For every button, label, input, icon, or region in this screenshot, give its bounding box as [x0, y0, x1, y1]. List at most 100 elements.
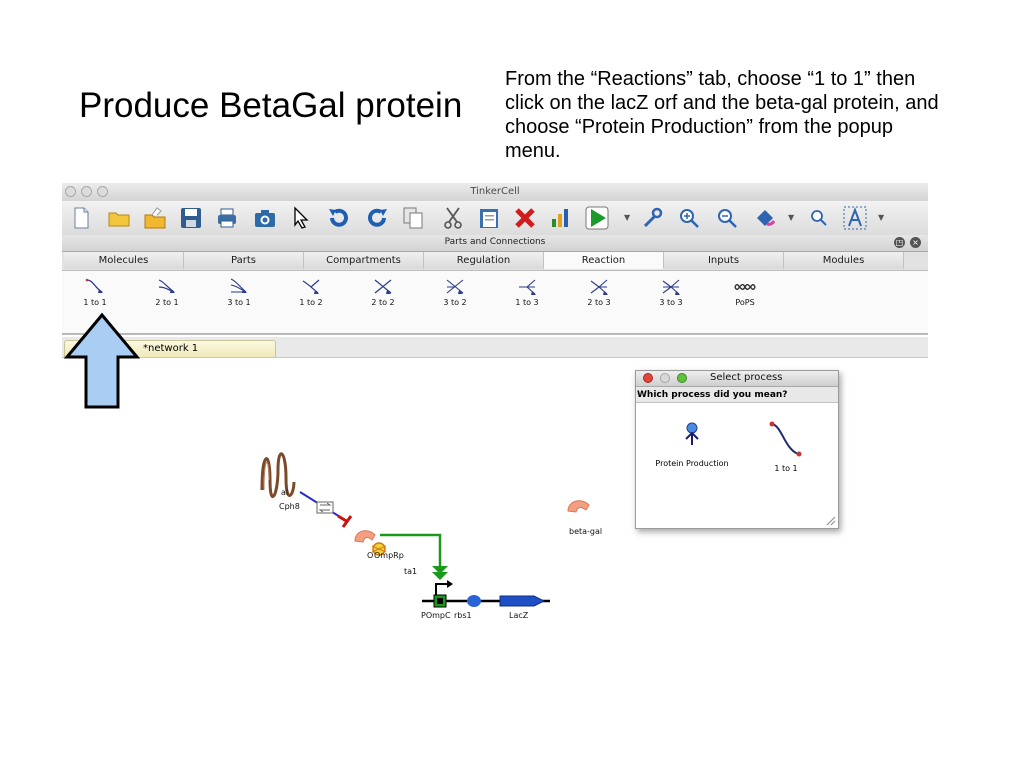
zoom-out-icon[interactable]	[714, 205, 740, 231]
play-menu-arrow-icon[interactable]: ▼	[624, 213, 630, 222]
option-protein-production[interactable]: Protein Production	[642, 421, 742, 468]
ompr-label: OmpRp	[374, 551, 404, 560]
fill-color-icon[interactable]	[752, 205, 778, 231]
fill-menu-arrow-icon[interactable]: ▼	[788, 213, 794, 222]
reaction-1-to-3[interactable]: 1 to 3	[502, 277, 552, 307]
lacz-part-icon	[499, 595, 546, 607]
dialog-minimize-button[interactable]	[660, 373, 670, 383]
tab-reaction[interactable]: Reaction	[544, 252, 664, 269]
option-label: Protein Production	[655, 459, 729, 468]
reaction-node-icon	[316, 501, 334, 514]
reaction-label: 3 to 3	[659, 298, 683, 307]
lacz-label: LacZ	[509, 611, 529, 620]
pompc-label: POmpC	[421, 611, 451, 620]
select-process-dialog: Select process Which process did you mea…	[635, 370, 839, 529]
delete-icon[interactable]	[512, 205, 538, 231]
option-label: 1 to 1	[774, 464, 798, 473]
pointer-icon[interactable]	[288, 205, 314, 231]
copy-icon[interactable]	[400, 205, 426, 231]
betagal-protein-icon	[567, 500, 590, 513]
betagal-label: beta-gal	[569, 527, 603, 536]
tab-compartments[interactable]: Compartments	[304, 252, 424, 269]
protein-production-icon	[685, 422, 699, 445]
window-title: TinkerCell	[470, 186, 520, 197]
reaction-label: 1 to 3	[515, 298, 539, 307]
dialog-title: Select process	[710, 372, 783, 383]
reaction-2-to-3[interactable]: 2 to 3	[574, 277, 624, 307]
slide-title: Produce BetaGal protein	[79, 86, 463, 125]
one-to-three-icon	[519, 279, 536, 295]
two-to-three-icon	[590, 279, 608, 295]
document-tab-label: *network 1	[143, 343, 199, 354]
document-tabbar: *network 1	[62, 337, 928, 358]
new-file-icon[interactable]	[68, 205, 94, 231]
transcription-label: ta1	[404, 567, 418, 576]
cph8-label: Cph8	[279, 502, 300, 511]
option-1-to-1[interactable]: 1 to 1	[746, 419, 826, 473]
tab-regulation[interactable]: Regulation	[424, 252, 544, 269]
rbs-label: rbs1	[454, 611, 472, 620]
undo-icon[interactable]	[326, 205, 352, 231]
dialog-close-button[interactable]	[643, 373, 653, 383]
screenshot-icon[interactable]	[252, 205, 278, 231]
one-to-two-icon	[302, 279, 320, 294]
network-diagram	[260, 452, 590, 608]
reaction-palette: 1 to 1 2 to 1 3 to 1 1 to 2 2 to 2 3 to …	[62, 271, 928, 335]
zoom-in-icon[interactable]	[676, 205, 702, 231]
float-panel-icon[interactable]: ◳	[894, 237, 905, 248]
reaction-label: 2 to 3	[587, 298, 611, 307]
tab-parts[interactable]: Parts	[184, 252, 304, 269]
reaction-label: 2 to 1	[155, 298, 179, 307]
panel-title: Parts and Connections	[444, 237, 546, 247]
reaction-label: 2 to 2	[371, 298, 395, 307]
receptor-icon	[260, 452, 296, 498]
three-to-two-icon	[446, 279, 464, 294]
text-menu-arrow-icon[interactable]: ▼	[878, 213, 884, 222]
print-icon[interactable]	[214, 205, 240, 231]
three-to-one-icon	[230, 278, 247, 293]
reaction-3-to-3[interactable]: 3 to 3	[646, 277, 696, 307]
reaction-3-to-2[interactable]: 3 to 2	[430, 277, 480, 307]
inhibition-marker-icon	[337, 514, 353, 528]
dialog-zoom-button[interactable]	[677, 373, 687, 383]
plot-icon[interactable]	[548, 205, 574, 231]
open-folder-icon[interactable]	[106, 205, 132, 231]
reaction-label: PoPS	[735, 298, 755, 307]
tab-modules[interactable]: Modules	[784, 252, 904, 269]
instructions-text: From the “Reactions” tab, choose “1 to 1…	[505, 68, 939, 162]
dialog-titlebar: Select process	[636, 371, 838, 387]
text-icon[interactable]	[842, 205, 868, 231]
reaction-pops[interactable]: PoPS	[720, 277, 770, 307]
rbs-part-icon	[467, 595, 481, 607]
panel-tabs: Molecules Parts Compartments Regulation …	[62, 252, 928, 271]
reaction-label: 1 to 2	[299, 298, 323, 307]
cut-icon[interactable]	[440, 205, 466, 231]
tab-inputs[interactable]: Inputs	[664, 252, 784, 269]
tab-molecules[interactable]: Molecules	[64, 252, 184, 269]
reaction-2-to-2[interactable]: 2 to 2	[358, 277, 408, 307]
window-titlebar: TinkerCell	[62, 183, 928, 202]
reaction-label: 3 to 1	[227, 298, 251, 307]
dialog-question: Which process did you mean?	[636, 387, 838, 403]
save-icon[interactable]	[178, 205, 204, 231]
close-panel-icon[interactable]: ×	[910, 237, 921, 248]
main-toolbar: ▼ ▼ ▼	[62, 201, 928, 236]
play-icon[interactable]	[584, 205, 610, 231]
cph8-partial-label: al	[281, 488, 289, 497]
reaction-1-to-2[interactable]: 1 to 2	[286, 277, 336, 307]
reaction-label: 1 to 1	[83, 298, 107, 307]
find-icon[interactable]	[806, 205, 832, 231]
paste-icon[interactable]	[476, 205, 502, 231]
resize-grip-icon[interactable]	[826, 516, 836, 526]
ompr-protein-icon	[354, 530, 376, 543]
two-to-two-icon	[374, 279, 392, 294]
wrench-icon[interactable]	[640, 205, 666, 231]
dna-icon	[734, 284, 756, 290]
three-to-three-icon	[662, 279, 680, 295]
open-recent-icon[interactable]	[142, 205, 168, 231]
reaction-3-to-1[interactable]: 3 to 1	[214, 277, 264, 307]
reaction-1-to-1[interactable]: 1 to 1	[70, 277, 120, 307]
redo-icon[interactable]	[364, 205, 390, 231]
two-to-one-icon	[158, 279, 175, 293]
reaction-2-to-1[interactable]: 2 to 1	[142, 277, 192, 307]
